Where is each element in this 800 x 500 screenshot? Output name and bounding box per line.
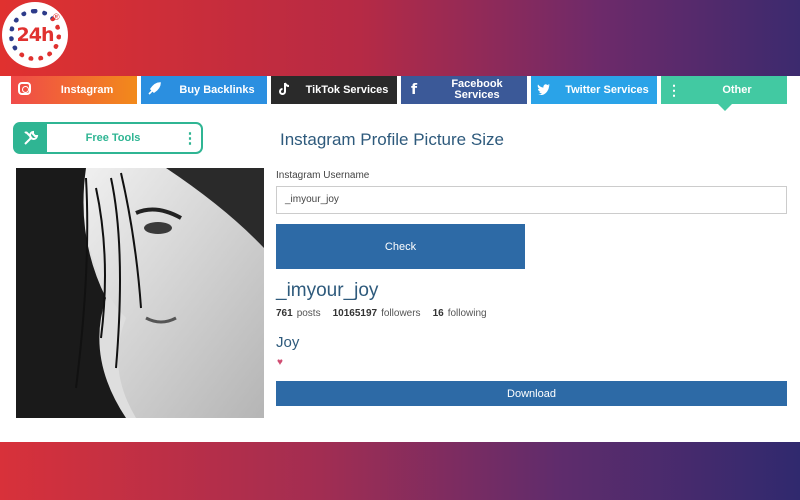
screenshot-panel: Instagram Buy Backlinks TikTok Services … <box>0 76 800 442</box>
nav-item-label: Twitter Services <box>565 83 649 96</box>
registered-mark: ® <box>53 12 60 22</box>
followers-label: followers <box>381 308 421 319</box>
free-tools-button[interactable]: Free Tools ⋮ <box>13 122 203 154</box>
facebook-icon: f <box>410 82 418 98</box>
heart-emoji-icon: ♥ <box>277 357 283 368</box>
nav-item-twitter-services[interactable]: Twitter Services <box>531 76 657 104</box>
kebab-icon: ⋮ <box>667 81 681 98</box>
followers-count: 10165197 <box>332 308 378 319</box>
profile-stats: 761 posts 10165197 followers 16 followin… <box>276 308 499 319</box>
posts-count: 761 <box>276 308 293 319</box>
username-label: Instagram Username <box>276 170 370 181</box>
profile-picture <box>16 168 264 418</box>
nav-item-label: Other <box>722 83 752 96</box>
bottom-banner <box>0 442 800 500</box>
nav-item-other[interactable]: ⋮ Other <box>661 76 787 111</box>
profile-username: _imyour_joy <box>276 280 379 301</box>
site-logo[interactable]: 24h ® <box>2 2 68 68</box>
logo-text: 24h <box>16 24 55 46</box>
tools-icon <box>15 124 47 152</box>
posts-label: posts <box>296 308 321 319</box>
kebab-icon[interactable]: ⋮ <box>179 129 201 147</box>
following-label: following <box>447 308 487 319</box>
nav-item-label: Facebook Services <box>451 78 503 101</box>
download-button[interactable]: Download <box>276 381 787 406</box>
rocket-icon <box>141 81 167 99</box>
page-title: Instagram Profile Picture Size <box>280 130 504 149</box>
instagram-icon <box>11 82 37 98</box>
nav-item-label: TikTok Services <box>305 83 389 96</box>
nav-item-label: Instagram <box>60 83 114 96</box>
top-banner <box>0 0 800 76</box>
free-tools-label: Free Tools <box>85 132 141 144</box>
nav-item-tiktok-services[interactable]: TikTok Services <box>271 76 397 104</box>
twitter-icon <box>531 82 557 98</box>
profile-full-name: Joy <box>276 334 300 351</box>
nav-item-buy-backlinks[interactable]: Buy Backlinks <box>141 76 267 104</box>
nav-item-facebook-services[interactable]: f Facebook Services <box>401 76 527 104</box>
following-count: 16 <box>432 308 444 319</box>
nav-item-instagram[interactable]: Instagram <box>11 76 137 104</box>
nav-item-label: Buy Backlinks <box>179 83 255 96</box>
tiktok-icon <box>271 82 297 99</box>
check-button[interactable]: Check <box>276 224 525 269</box>
main-nav: Instagram Buy Backlinks TikTok Services … <box>11 76 791 111</box>
username-input[interactable]: _imyour_joy <box>276 186 787 214</box>
